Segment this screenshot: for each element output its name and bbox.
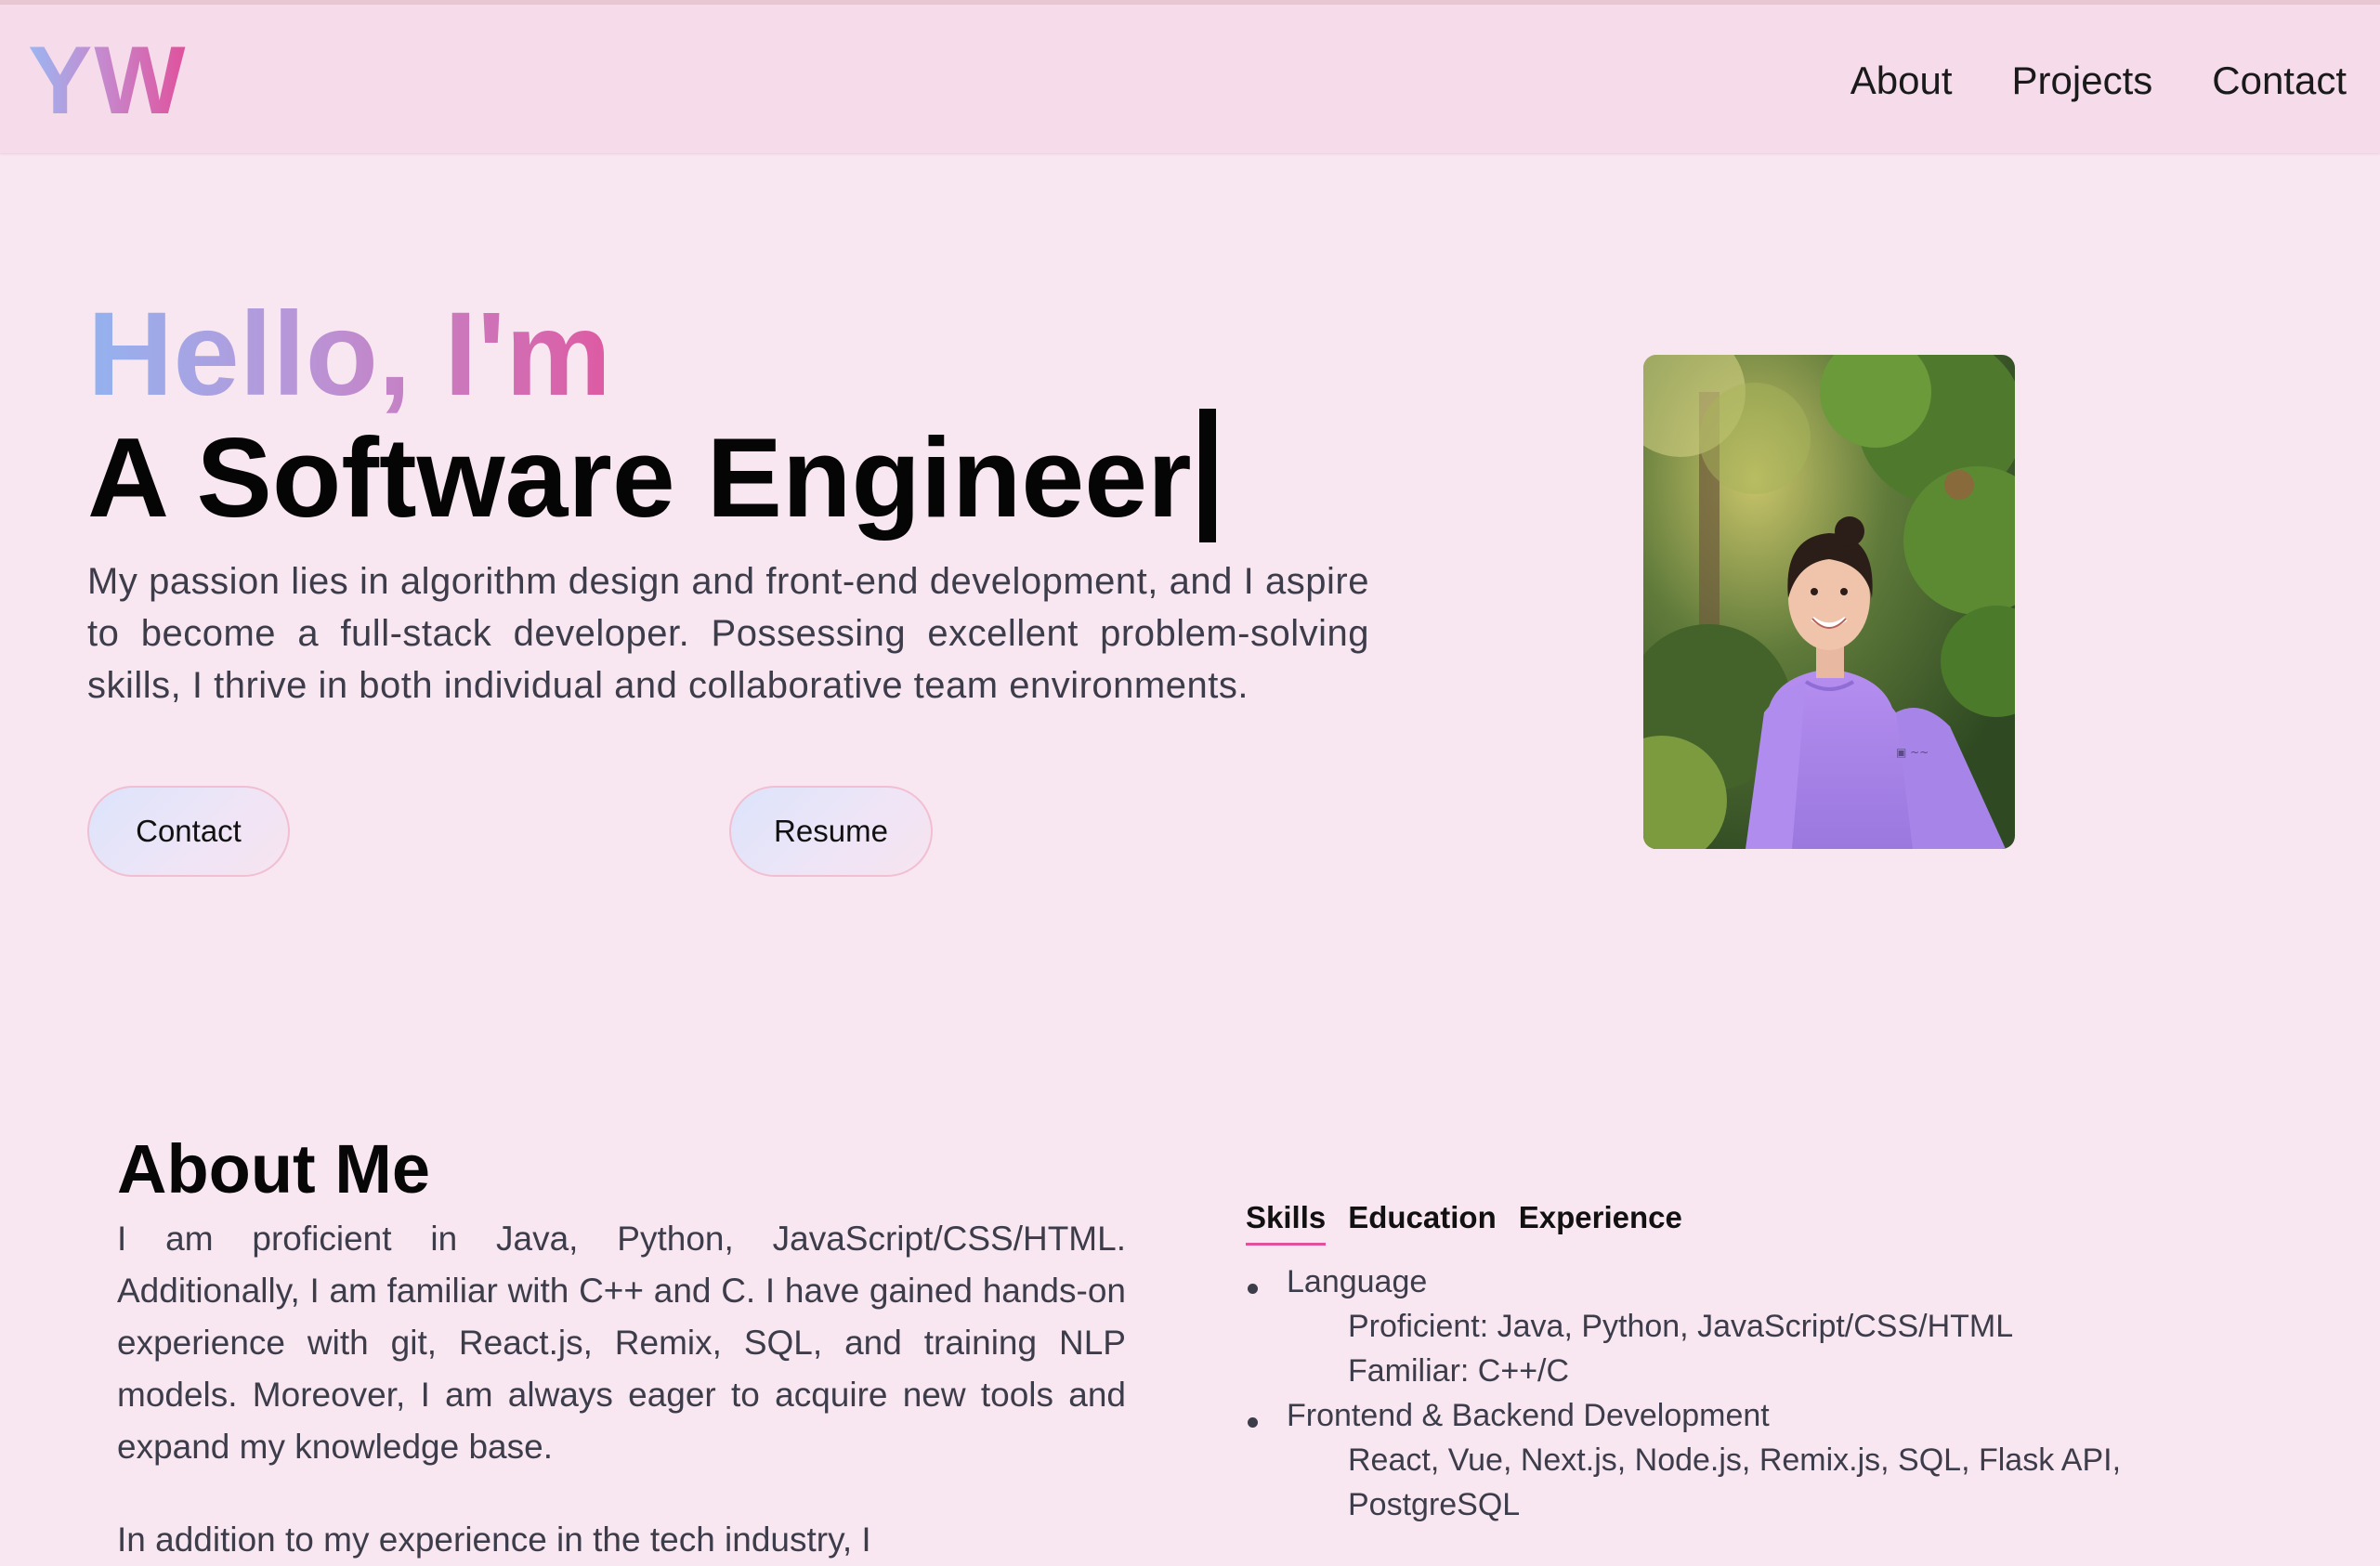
- skill-title: Language: [1287, 1264, 1428, 1299]
- skill-detail: Proficient: Java, Python, JavaScript/CSS…: [1348, 1309, 2014, 1344]
- nav-link-projects[interactable]: Projects: [2012, 59, 2153, 103]
- contact-button[interactable]: Contact: [87, 786, 290, 877]
- nav-links: About Projects Contact: [1850, 59, 2347, 103]
- navbar: YW About Projects Contact: [0, 5, 2380, 153]
- skills-list: Language Proficient: Java, Python, JavaS…: [1246, 1259, 2175, 1527]
- about-title: About Me: [117, 1130, 431, 1207]
- hero-greeting: Hello, I'm: [87, 288, 611, 421]
- skill-title: Frontend & Backend Development: [1287, 1398, 1770, 1433]
- skill-detail: React, Vue, Next.js, Node.js, Remix.js, …: [1348, 1442, 2122, 1478]
- skill-detail: PostgreSQL: [1348, 1487, 1521, 1522]
- hero-role-text: A Software Engineer: [87, 414, 1192, 541]
- tab-experience[interactable]: Experience: [1519, 1200, 1682, 1246]
- tab-education[interactable]: Education: [1348, 1200, 1497, 1246]
- hero-description: My passion lies in algorithm design and …: [87, 561, 1369, 706]
- profile-photo: ▣ ~~: [1643, 355, 2015, 849]
- typing-caret: [1198, 409, 1216, 542]
- nav-link-about[interactable]: About: [1850, 59, 1953, 103]
- list-item: Language Proficient: Java, Python, JavaS…: [1246, 1259, 2175, 1393]
- about-paragraph-2: In addition to my experience in the tech…: [117, 1520, 871, 1559]
- about-tabs: Skills Education Experience: [1246, 1200, 1682, 1246]
- svg-text:▣ ~~: ▣ ~~: [1896, 746, 1929, 759]
- skill-detail: Familiar: C++/C: [1348, 1353, 1570, 1389]
- nav-link-contact[interactable]: Contact: [2212, 59, 2347, 103]
- list-item: Frontend & Backend Development React, Vu…: [1246, 1393, 2175, 1527]
- hero-role: A Software Engineer: [87, 409, 1216, 542]
- tab-skills[interactable]: Skills: [1246, 1200, 1327, 1246]
- logo[interactable]: YW: [28, 33, 188, 129]
- about-paragraph-1: I am proficient in Java, Python, JavaScr…: [117, 1220, 1126, 1466]
- resume-button[interactable]: Resume: [729, 786, 933, 877]
